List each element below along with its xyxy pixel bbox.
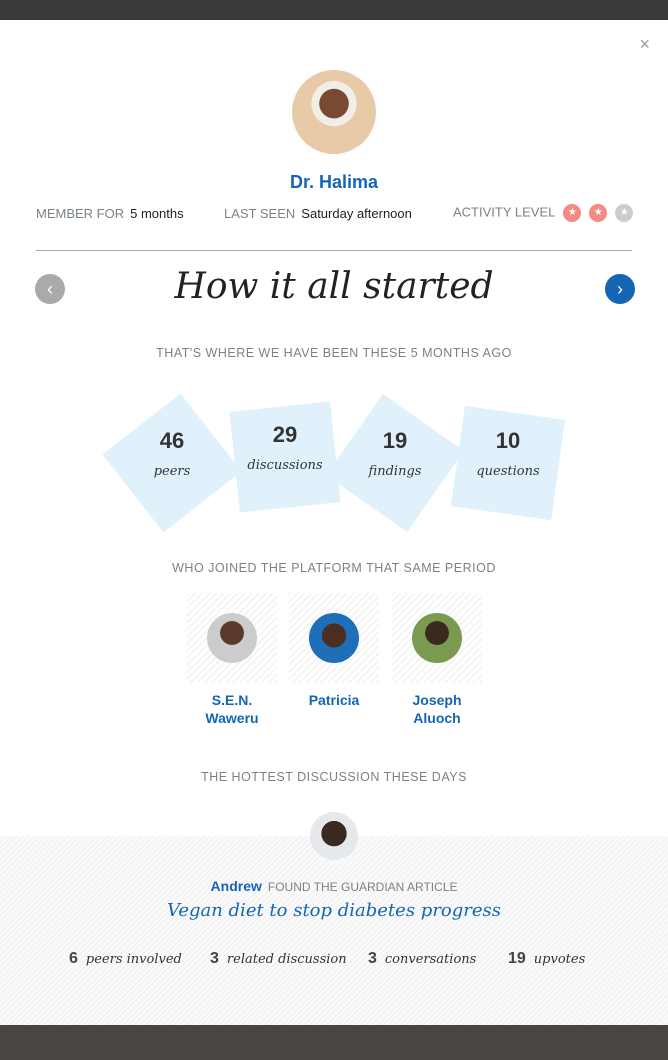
joined-label: WHO JOINED THE PLATFORM THAT SAME PERIOD xyxy=(172,561,496,575)
person-card[interactable]: Patricia xyxy=(289,593,379,709)
slide-title: How it all started xyxy=(174,266,494,307)
activity-badge-icon: ★ xyxy=(615,204,634,222)
slide-subtitle: THAT'S WHERE WE HAVE BEEN THESE 5 MONTHS… xyxy=(156,346,512,360)
person-avatar xyxy=(412,613,462,663)
hot-stat-label: related discussion xyxy=(226,952,347,967)
last-seen-value: Saturday afternoon xyxy=(301,206,412,221)
activity-level: ACTIVITY LEVEL ★ ★ ★ xyxy=(453,204,634,222)
last-seen-label: LAST SEEN xyxy=(224,206,296,221)
stat-number: 19 xyxy=(382,428,408,453)
hot-byline: Andrew FOUND THE GUARDIAN ARTICLE xyxy=(0,878,668,894)
profile-name[interactable]: Dr. Halima xyxy=(0,172,668,193)
hot-action: FOUND THE GUARDIAN ARTICLE xyxy=(267,880,458,894)
close-icon[interactable]: × xyxy=(639,34,650,55)
hot-user[interactable]: Andrew xyxy=(211,878,262,894)
profile-modal: × Dr. Halima MEMBER FOR 5 months LAST SEE… xyxy=(0,20,668,1025)
stat-peers: 46 peers xyxy=(102,393,242,533)
hot-stat-label: conversations xyxy=(384,952,477,967)
member-for: MEMBER FOR 5 months xyxy=(36,206,184,221)
hot-stat: 3 related discussion xyxy=(210,950,347,968)
hot-stat-label: peers involved xyxy=(85,952,182,967)
person-avatar xyxy=(207,613,257,663)
profile-avatar xyxy=(292,70,376,154)
divider xyxy=(36,250,632,251)
stat-number: 29 xyxy=(272,422,298,447)
hot-stat-label: upvotes xyxy=(533,952,586,967)
activity-badge-icon: ★ xyxy=(589,204,608,222)
member-for-value: 5 months xyxy=(130,206,184,221)
stat-label: questions xyxy=(476,464,540,479)
stat-number: 46 xyxy=(159,428,185,453)
stat-label: findings xyxy=(368,464,422,479)
person-name[interactable]: Joseph Aluoch xyxy=(392,691,482,727)
hot-stat: 3 conversations xyxy=(368,950,476,968)
last-seen: LAST SEEN Saturday afternoon xyxy=(224,206,412,221)
hot-stat-number: 3 xyxy=(368,950,377,967)
stat-label: peers xyxy=(153,464,191,479)
hot-stat-number: 6 xyxy=(69,950,78,967)
person-avatar xyxy=(309,613,359,663)
andrew-avatar xyxy=(310,812,358,860)
hot-stat-number: 19 xyxy=(508,950,526,967)
hot-title[interactable]: Vegan diet to stop diabetes progress xyxy=(0,900,668,921)
member-for-label: MEMBER FOR xyxy=(36,206,125,221)
hot-label: THE HOTTEST DISCUSSION THESE DAYS xyxy=(201,770,467,784)
person-name[interactable]: Patricia xyxy=(289,691,379,709)
hot-stat-number: 3 xyxy=(210,950,219,967)
person-name[interactable]: S.E.N. Waweru xyxy=(187,691,277,727)
background-bar xyxy=(0,0,668,20)
hot-discussion-panel xyxy=(0,836,668,1025)
hot-stat: 19 upvotes xyxy=(508,950,585,968)
activity-badge-icon: ★ xyxy=(563,204,582,222)
next-button[interactable]: › xyxy=(605,274,635,304)
hot-stat: 6 peers involved xyxy=(69,950,182,968)
stat-questions: 10 questions xyxy=(450,405,566,521)
stat-label: discussions xyxy=(247,458,323,473)
person-card[interactable]: Joseph Aluoch xyxy=(392,593,482,727)
stat-number: 10 xyxy=(495,428,521,453)
person-card[interactable]: S.E.N. Waweru xyxy=(187,593,277,727)
activity-label: ACTIVITY LEVEL xyxy=(453,204,556,220)
stat-findings: 19 findings xyxy=(326,394,464,532)
stat-discussions: 29 discussions xyxy=(229,401,341,513)
